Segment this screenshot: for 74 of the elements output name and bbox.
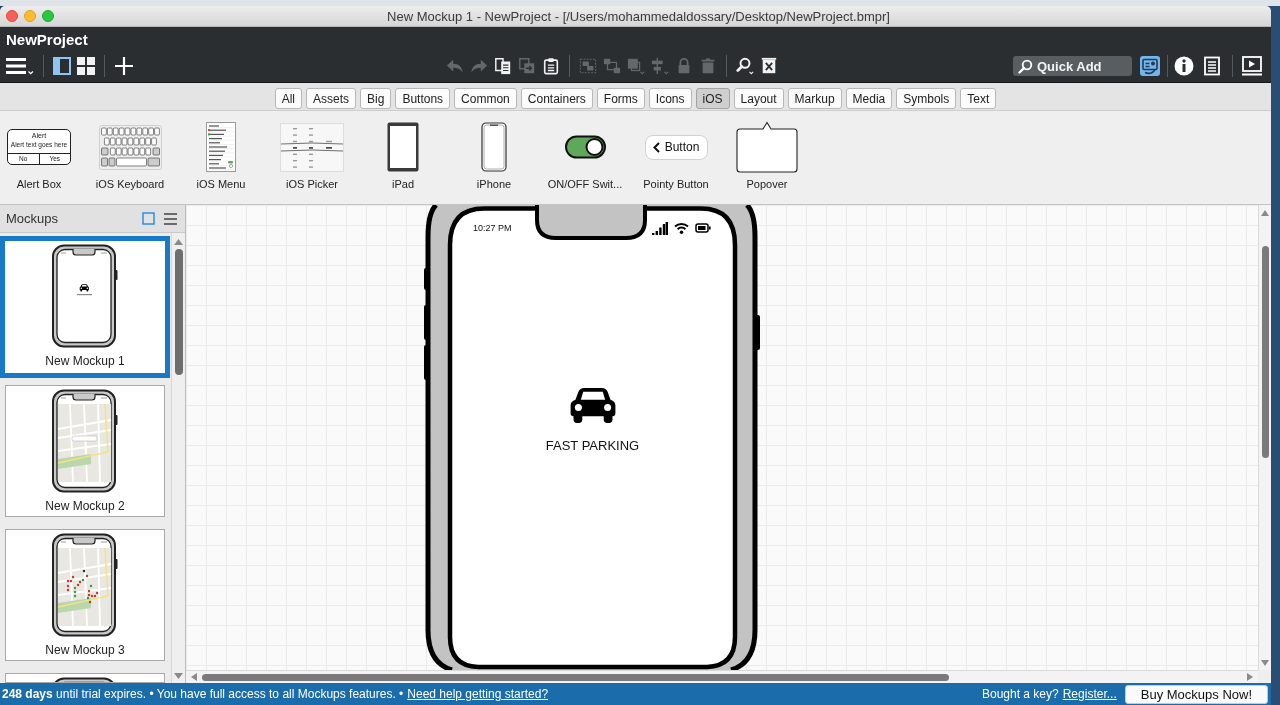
category-tab[interactable]: Common: [454, 88, 517, 109]
category-tab[interactable]: Assets: [306, 88, 357, 109]
window-title: New Mockup 1 - NewProject - [/Users/mohammedaldossary/Desktop/NewProject.bmpr]: [386, 8, 890, 24]
plus-icon[interactable]: [114, 56, 134, 76]
mockup-card[interactable]: New Mockup 2: [5, 385, 165, 517]
component-tile[interactable]: ON/OFF Swit...: [546, 118, 624, 204]
component-tile[interactable]: iOS Picker: [273, 118, 351, 204]
component-tile[interactable]: iPad: [364, 118, 442, 204]
zoom-button[interactable]: [42, 10, 54, 22]
tablet-thumbnail-drawing: [387, 122, 419, 172]
category-tab[interactable]: iOS: [695, 88, 730, 109]
register-link[interactable]: Register...: [1062, 687, 1117, 701]
document-x-icon[interactable]: [760, 57, 778, 75]
scrollbar-thumb[interactable]: [1261, 246, 1269, 458]
mockup-card[interactable]: New Mockup 3: [5, 529, 165, 661]
signal-icon: [652, 221, 668, 235]
card-icon[interactable]: [1140, 56, 1160, 76]
wifi-icon: [674, 222, 689, 234]
menu-icon[interactable]: [6, 56, 34, 76]
mockup-card[interactable]: New Mockup 1: [0, 236, 170, 378]
category-tab[interactable]: Symbols: [896, 88, 957, 109]
text-lines-icon[interactable]: [1202, 56, 1222, 76]
category-tab[interactable]: Big: [360, 88, 392, 109]
search-icon: [1018, 58, 1033, 74]
category-tab[interactable]: Markup: [787, 88, 842, 109]
category-tab[interactable]: All: [274, 88, 303, 109]
component-tile[interactable]: Popover: [728, 118, 806, 204]
category-tab[interactable]: Media: [845, 88, 893, 109]
panel-icon[interactable]: [53, 57, 71, 75]
square-icon[interactable]: [142, 212, 155, 225]
scrollbar-thumb[interactable]: [174, 249, 183, 375]
grid-icon[interactable]: [77, 57, 95, 75]
clipboard-icon[interactable]: [542, 57, 560, 75]
scroll-left-icon[interactable]: [191, 673, 197, 681]
close-button[interactable]: [6, 10, 18, 22]
app-title: FAST PARKING: [545, 438, 640, 453]
documents-icon[interactable]: [494, 57, 512, 75]
quick-add-field[interactable]: Quick Add: [1013, 56, 1132, 76]
component-tile[interactable]: Button Pointy Button: [637, 118, 715, 204]
info-icon[interactable]: [1174, 56, 1194, 76]
category-tab[interactable]: Text: [960, 88, 997, 109]
component-tile[interactable]: iOS Keyboard: [91, 118, 169, 204]
buy-button[interactable]: Buy Mockups Now!: [1124, 684, 1268, 704]
component-tile[interactable]: iPhone: [455, 118, 533, 204]
scrollbar-thumb[interactable]: [202, 673, 949, 681]
component-tile[interactable]: iOS Menu: [182, 118, 260, 204]
keyboard-thumbnail-drawing: [98, 124, 162, 170]
trial-message: 248 days until trial expires. • You have full access to all Mockups features. •: [2, 687, 404, 701]
panel-title: Mockups: [6, 211, 59, 226]
category-tab[interactable]: Buttons: [395, 88, 451, 109]
scroll-up-icon[interactable]: [174, 239, 183, 245]
key-prompt: Bought a key?: [981, 687, 1059, 701]
status-time: 10:27 PM: [473, 223, 512, 233]
car-icon: [568, 387, 617, 424]
play-icon[interactable]: [1242, 56, 1262, 76]
search-icon[interactable]: [736, 57, 754, 75]
scroll-up-icon[interactable]: [1261, 210, 1269, 216]
minimize-button[interactable]: [24, 10, 36, 22]
scroll-down-icon[interactable]: [174, 673, 183, 679]
scroll-down-icon[interactable]: [1261, 660, 1269, 666]
battery-icon: [695, 223, 711, 233]
picker-thumbnail-drawing: [280, 122, 344, 172]
category-tab[interactable]: Forms: [596, 88, 645, 109]
chevron-left-icon: [652, 141, 660, 153]
scroll-right-icon[interactable]: [1247, 673, 1253, 681]
button-preview-label: Button: [664, 140, 700, 154]
help-link[interactable]: Need help getting started?: [407, 687, 549, 701]
popover-thumbnail-drawing: [736, 121, 798, 173]
phone-thumbnail-drawing: [481, 122, 507, 172]
project-title: NewProject: [6, 31, 89, 49]
category-tab[interactable]: Layout: [733, 88, 784, 109]
category-tab[interactable]: Containers: [520, 88, 593, 109]
menu-thumbnail-drawing: [206, 122, 236, 172]
category-tab[interactable]: Icons: [648, 88, 692, 109]
